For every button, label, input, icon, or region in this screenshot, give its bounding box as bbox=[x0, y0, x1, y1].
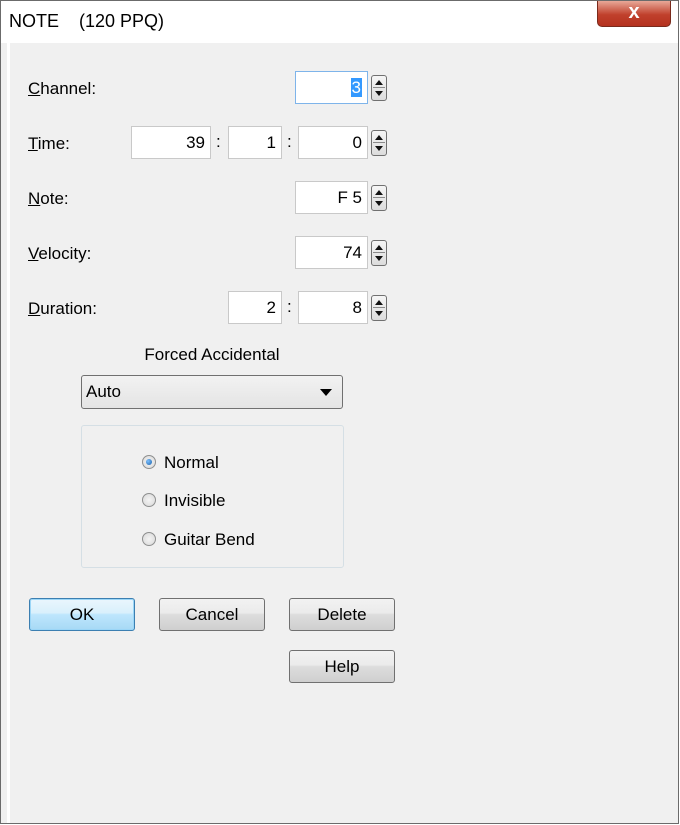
spin-up-icon bbox=[375, 135, 383, 140]
chevron-down-icon bbox=[320, 389, 332, 396]
spin-up-icon bbox=[375, 190, 383, 195]
window-title: NOTE (120 PPQ) bbox=[9, 11, 165, 31]
radio-label: Invisible bbox=[164, 491, 226, 510]
note-spinner[interactable] bbox=[371, 185, 387, 211]
radio-checked-icon bbox=[142, 455, 156, 469]
velocity-spinner[interactable] bbox=[371, 240, 387, 266]
velocity-input[interactable]: 74 bbox=[295, 236, 368, 269]
close-icon: x bbox=[628, 1, 640, 23]
duration-spinner[interactable] bbox=[371, 295, 387, 321]
spin-down-icon bbox=[375, 91, 383, 96]
title-bar[interactable]: NOTE (120 PPQ) x bbox=[1, 1, 678, 43]
spin-down-icon bbox=[375, 311, 383, 316]
channel-input[interactable]: 3 bbox=[295, 71, 368, 104]
delete-button[interactable]: Delete bbox=[289, 598, 395, 631]
duration-label: Duration: bbox=[28, 299, 97, 318]
duration-ticks-input[interactable]: 8 bbox=[298, 291, 368, 324]
velocity-label: Velocity: bbox=[28, 244, 92, 263]
cancel-button[interactable]: Cancel bbox=[159, 598, 265, 631]
radio-label: Guitar Bend bbox=[164, 530, 255, 549]
channel-label: Channel: bbox=[28, 79, 97, 98]
spin-down-icon bbox=[375, 201, 383, 206]
time-beat-input[interactable]: 1 bbox=[228, 126, 282, 159]
duration-beats-input[interactable]: 2 bbox=[228, 291, 282, 324]
dialog-edge bbox=[7, 43, 10, 823]
note-input[interactable]: F 5 bbox=[295, 181, 368, 214]
forced-accidental-title: Forced Accidental bbox=[144, 345, 280, 364]
forced-accidental-value: Auto bbox=[86, 382, 121, 401]
time-separator: : bbox=[216, 132, 221, 151]
time-spinner[interactable] bbox=[371, 130, 387, 156]
time-separator: : bbox=[287, 132, 292, 151]
time-label: Time: bbox=[28, 134, 70, 153]
help-button[interactable]: Help bbox=[289, 650, 395, 683]
forced-accidental-select[interactable]: Auto bbox=[81, 375, 343, 409]
ok-button[interactable]: OK bbox=[29, 598, 135, 631]
spin-up-icon bbox=[375, 245, 383, 250]
channel-spinner[interactable] bbox=[371, 75, 387, 101]
note-dialog: NOTE (120 PPQ) x Channel: 3 Time: 39 : 1… bbox=[0, 0, 679, 824]
duration-separator: : bbox=[287, 297, 292, 316]
note-label: Note: bbox=[28, 189, 69, 208]
spin-up-icon bbox=[375, 80, 383, 85]
display-mode-group: Normal Invisible Guitar Bend bbox=[81, 425, 344, 568]
radio-unchecked-icon bbox=[142, 532, 156, 546]
time-tick-input[interactable]: 0 bbox=[298, 126, 368, 159]
time-bar-input[interactable]: 39 bbox=[131, 126, 211, 159]
spin-down-icon bbox=[375, 146, 383, 151]
radio-unchecked-icon bbox=[142, 493, 156, 507]
spin-down-icon bbox=[375, 256, 383, 261]
radio-label: Normal bbox=[164, 453, 219, 472]
close-button[interactable]: x bbox=[597, 1, 671, 27]
spin-up-icon bbox=[375, 300, 383, 305]
